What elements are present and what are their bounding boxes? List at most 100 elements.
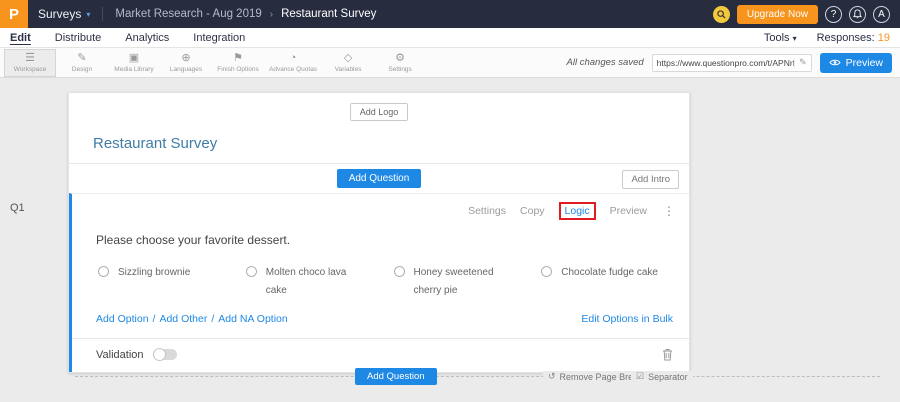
responses-label: Responses: [817, 32, 875, 44]
add-na-option-link[interactable]: Add NA Option [218, 313, 287, 325]
variables-icon: ◇ [344, 52, 352, 64]
responses-link[interactable]: Responses: 19 [817, 32, 890, 44]
account-avatar[interactable]: A [873, 6, 890, 23]
tools-menu[interactable]: Tools ▾ [764, 32, 797, 44]
bell-icon [853, 9, 862, 19]
more-options-icon[interactable]: ⋮ [663, 204, 675, 218]
breadcrumb: Market Research - Aug 2019 › Restaurant … [115, 8, 376, 20]
topbar-actions: Upgrade Now ? A [713, 5, 900, 24]
chevron-down-icon: ▾ [86, 10, 90, 19]
separator-label: Separator [648, 372, 688, 382]
toolbar-item-languages[interactable]: ⊕ Languages [160, 48, 212, 78]
answer-options: Sizzling brownie Molten choco lava cake … [72, 247, 689, 299]
radio-icon[interactable] [394, 266, 405, 277]
delete-question-button[interactable] [662, 348, 673, 361]
toolbar-item-workspace[interactable]: ☰ Workspace [4, 49, 56, 77]
toolbar-item-label: Workspace [14, 66, 46, 73]
page-break-dashed-line [75, 376, 880, 377]
separator-checkbox[interactable]: ☑ Separator [631, 371, 693, 382]
answer-option[interactable]: Sizzling brownie [98, 264, 246, 299]
responses-count: 19 [878, 32, 890, 44]
edit-options-in-bulk-link[interactable]: Edit Options in Bulk [581, 313, 673, 325]
answer-option[interactable]: Molten choco lava cake [246, 264, 394, 299]
question-action-copy[interactable]: Copy [520, 205, 545, 217]
questionpro-logo[interactable]: P [0, 0, 28, 28]
toolbar-right: All changes saved ✎ Preview [567, 53, 900, 73]
toolbar-item-label: Languages [170, 66, 202, 73]
validation-toggle[interactable] [153, 349, 177, 360]
option-links-row: Add Option / Add Other / Add NA Option E… [72, 299, 689, 338]
answer-option[interactable]: Chocolate fudge cake [541, 264, 689, 299]
help-icon: ? [831, 9, 837, 20]
validation-row: Validation [72, 338, 689, 372]
toolbar-item-advance-quotas[interactable]: ◔ Advance Quotas [264, 48, 322, 78]
answer-option[interactable]: Honey sweetened cherry pie [394, 264, 542, 299]
option-label: Chocolate fudge cake [561, 264, 658, 299]
breadcrumb-current: Restaurant Survey [281, 8, 376, 20]
survey-url-input[interactable] [657, 58, 794, 68]
add-other-link[interactable]: Add Other [159, 313, 207, 325]
survey-url-field: ✎ [652, 54, 812, 72]
question-action-settings[interactable]: Settings [468, 205, 506, 217]
radio-icon[interactable] [541, 266, 552, 277]
design-icon: ✎ [77, 52, 86, 64]
question-action-logic[interactable]: Logic [565, 205, 590, 217]
question-action-preview[interactable]: Preview [610, 205, 647, 217]
radio-icon[interactable] [98, 266, 109, 277]
chevron-down-icon: ▾ [793, 34, 797, 43]
add-question-button-bottom[interactable]: Add Question [355, 368, 437, 385]
question-actions: Settings Copy Logic Preview ⋮ [72, 194, 689, 220]
survey-menu-bar: Edit Distribute Analytics Integration To… [0, 28, 900, 48]
surveys-label: Surveys [38, 7, 81, 21]
save-status-text: All changes saved [567, 57, 644, 68]
upgrade-now-button[interactable]: Upgrade Now [737, 5, 818, 24]
editor-toolbar: ☰ Workspace ✎ Design ▣ Media Library ⊕ L… [0, 48, 900, 78]
remove-page-break-icon: ↺ [548, 371, 556, 382]
media-library-icon: ▣ [129, 52, 139, 64]
toolbar-item-label: Finish Options [217, 66, 259, 73]
breadcrumb-parent[interactable]: Market Research - Aug 2019 [115, 8, 261, 20]
annotation-highlight-box: Logic [559, 202, 596, 220]
toolbar-item-finish-options[interactable]: ⚑ Finish Options [212, 48, 264, 78]
question-block: Settings Copy Logic Preview ⋮ Please cho… [69, 193, 689, 372]
toolbar-item-design[interactable]: ✎ Design [56, 48, 108, 78]
breadcrumb-separator-icon: › [270, 9, 273, 20]
checkbox-checked-icon: ☑ [636, 371, 644, 382]
toolbar-item-variables[interactable]: ◇ Variables [322, 48, 374, 78]
avatar-letter: A [878, 9, 885, 20]
toolbar-item-label: Variables [335, 66, 362, 73]
tab-distribute[interactable]: Distribute [55, 32, 101, 44]
tab-edit[interactable]: Edit [10, 32, 31, 44]
tab-integration[interactable]: Integration [193, 32, 245, 44]
tab-analytics[interactable]: Analytics [125, 32, 169, 44]
option-label: Honey sweetened cherry pie [414, 264, 514, 299]
radio-icon[interactable] [246, 266, 257, 277]
tools-label: Tools [764, 32, 790, 44]
page-break-row: Add Question ↺ Remove Page Break ☑ Separ… [75, 368, 880, 386]
menubar-right: Tools ▾ Responses: 19 [764, 32, 890, 44]
search-icon [717, 10, 726, 19]
notifications-button[interactable] [849, 6, 866, 23]
add-logo-button[interactable]: Add Logo [350, 103, 409, 121]
toolbar-item-settings[interactable]: ⚙ Settings [374, 48, 426, 78]
preview-label: Preview [846, 57, 883, 69]
surveys-menu[interactable]: Surveys ▾ [38, 7, 90, 21]
toolbar-item-label: Media Library [114, 66, 153, 73]
survey-card: Add Logo Restaurant Survey Add Question … [68, 92, 690, 373]
search-button[interactable] [713, 6, 730, 23]
add-intro-button[interactable]: Add Intro [622, 170, 679, 189]
preview-button[interactable]: Preview [820, 53, 892, 73]
add-option-link[interactable]: Add Option [96, 313, 149, 325]
question-text[interactable]: Please choose your favorite dessert. [72, 220, 689, 247]
toolbar-item-label: Design [72, 66, 92, 73]
toggle-knob [153, 348, 166, 361]
survey-title[interactable]: Restaurant Survey [69, 121, 689, 163]
edit-url-pencil-icon[interactable]: ✎ [794, 57, 807, 68]
logo-row: Add Logo [69, 93, 689, 121]
add-buttons-row: Add Question Add Intro [69, 163, 689, 193]
add-question-button[interactable]: Add Question [337, 169, 422, 188]
eye-icon [829, 58, 841, 67]
toolbar-item-media-library[interactable]: ▣ Media Library [108, 48, 160, 78]
option-label: Sizzling brownie [118, 264, 190, 299]
help-button[interactable]: ? [825, 6, 842, 23]
